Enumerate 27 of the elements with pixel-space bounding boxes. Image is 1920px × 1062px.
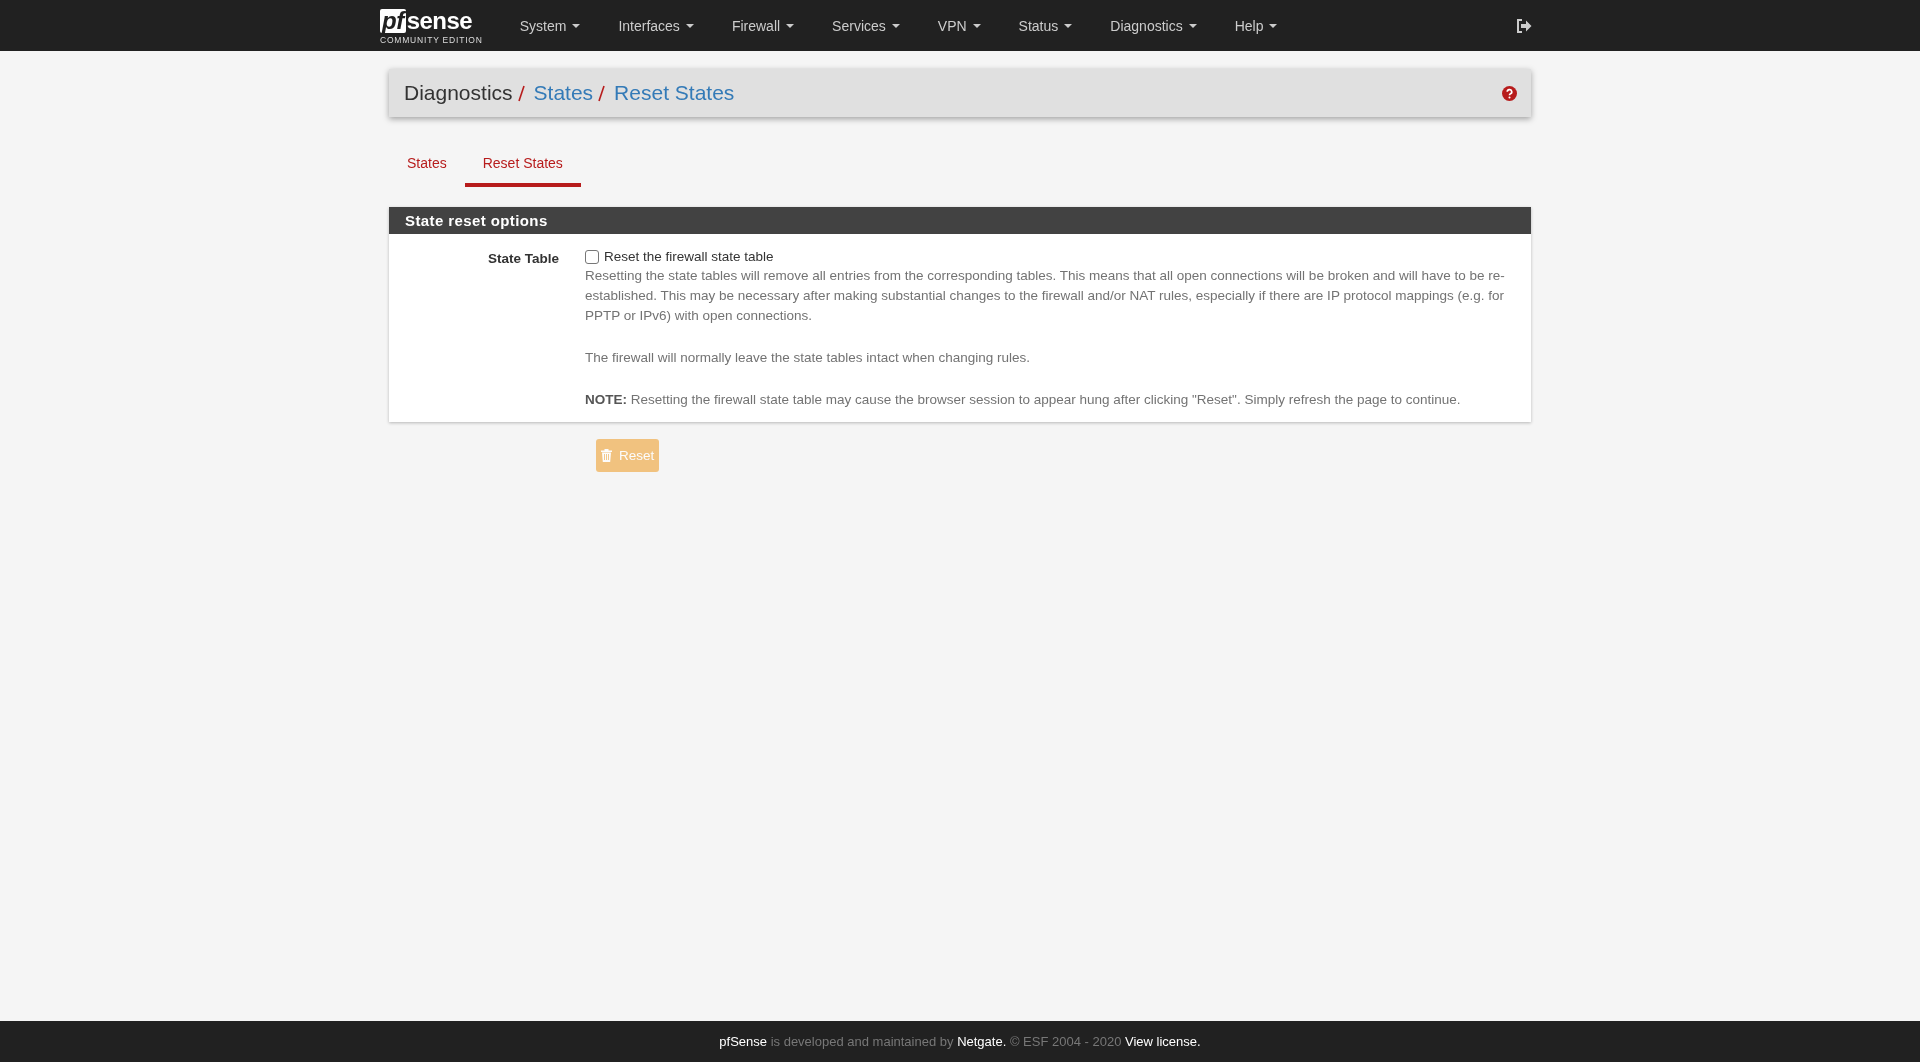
breadcrumb-text: Diagnostics: [404, 81, 513, 105]
pfsense-logo[interactable]: pfsense COMMUNITY EDITION: [380, 6, 483, 45]
tab[interactable]: Reset States: [464, 145, 581, 187]
slash-icon: [598, 84, 606, 102]
help-text: NOTE: Resetting the firewall state table may cause the browser session to appear hung after clicking "Reset". Simply refresh the page to continue.: [585, 391, 1462, 409]
help-text: The firewall will normally leave the state tables intact when changing rules.: [585, 349, 1031, 367]
nav-menu[interactable]: Interfaces: [599, 0, 713, 51]
footer-link[interactable]: Netgate.: [957, 1034, 1007, 1049]
checkbox-label[interactable]: Reset the firewall state table: [604, 249, 774, 264]
checkbox[interactable]: [585, 249, 599, 264]
slash-icon: [517, 84, 525, 102]
nav-menu[interactable]: Diagnostics: [1091, 0, 1216, 51]
nav-menu[interactable]: Firewall: [712, 0, 814, 51]
panel-header: State reset options: [389, 207, 1531, 234]
logout-icon[interactable]: [1516, 18, 1532, 33]
field-label: State Table: [486, 250, 559, 268]
nav-menu[interactable]: Help: [1215, 0, 1297, 51]
trash-icon: [601, 449, 612, 462]
footer-text: pfSense is developed and maintained by Netgate. © ESF 2004 - 2020 View license.: [719, 1034, 1201, 1049]
nav-menu[interactable]: Services: [813, 0, 919, 51]
nav-menu[interactable]: Status: [999, 0, 1092, 51]
help-icon[interactable]: [1502, 85, 1517, 101]
tab[interactable]: States: [389, 145, 465, 187]
nav-menu[interactable]: System: [500, 0, 600, 51]
footer-link[interactable]: View license.: [1125, 1034, 1201, 1049]
help-text: Resetting the state tables will remove all entries from the corresponding tables. This means that all open connections will be broken and will have to be re-established. This may be necessary after making substantial changes to the firewall and/or NAT rules, especially if there are IP protocol mappings (e.g. for PPTP or IPv6) with open connections.: [585, 267, 1506, 325]
nav-menu[interactable]: VPN: [918, 0, 1000, 51]
